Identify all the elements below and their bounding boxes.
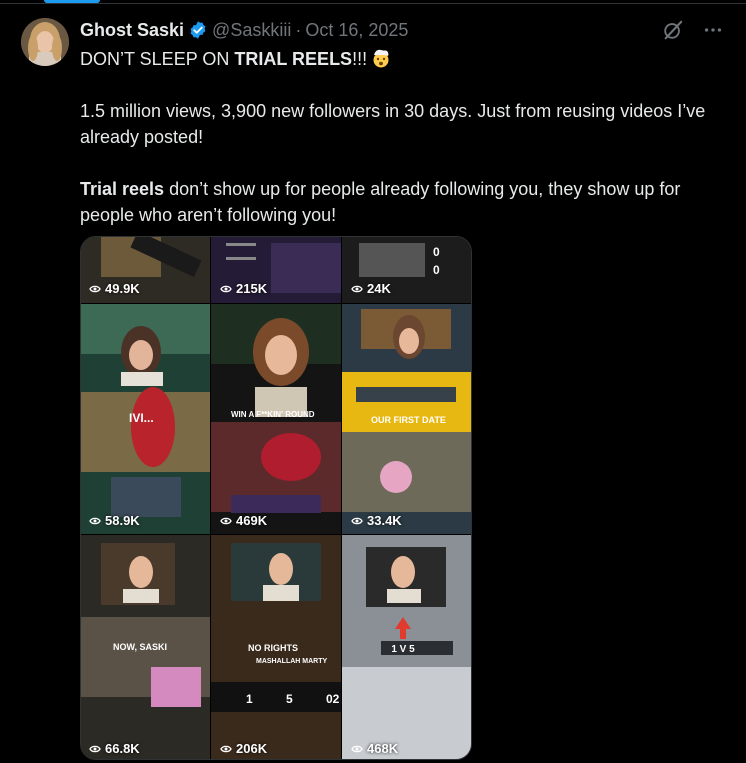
scoreboard-digit-2: 0 [433, 263, 440, 277]
eye-icon [220, 517, 232, 524]
eye-icon [351, 745, 363, 752]
grok-icon[interactable] [662, 19, 684, 41]
view-count-label: 215K [236, 281, 268, 296]
text-segment: DON’T SLEEP ON [80, 49, 235, 69]
separator-dot: · [295, 19, 302, 40]
view-count-label: 469K [236, 513, 268, 528]
tile-9-caption: 1 V 5 [391, 644, 415, 655]
post-timestamp[interactable]: Oct 16, 2025 [305, 20, 408, 41]
view-count-tile-4: 58.9K [89, 513, 140, 528]
header-actions [662, 18, 724, 42]
view-count-label: 49.9K [105, 281, 140, 296]
view-count-tile-8: 206K [220, 741, 267, 756]
exploding-head-emoji [371, 48, 391, 68]
media-tile-9: 1 V 5 [342, 535, 471, 759]
post[interactable]: Ghost Saski @Saskkiii · Oct 16, 2025 DON… [0, 4, 746, 763]
media-tile-8: NO RIGHTS MASHALLAH MARTY 1 5 02 [211, 535, 341, 759]
text-bold-segment: Trial reels [80, 179, 165, 199]
bottom-number-1: 1 [246, 692, 253, 706]
eye-icon [89, 517, 101, 524]
view-count-label: 24K [367, 281, 391, 296]
view-count-tile-1: 49.9K [89, 281, 140, 296]
media-tile-5: WIN A F**KIN' ROUND [211, 304, 341, 534]
text-segment: don’t show up for people already followi… [80, 179, 681, 225]
post-header: Ghost Saski @Saskkiii · Oct 16, 2025 [80, 18, 408, 42]
view-count-tile-5: 469K [220, 513, 267, 528]
text-bold-segment: TRIAL REELS [234, 49, 353, 69]
tile-5-caption: WIN A F**KIN' ROUND [231, 410, 315, 419]
eye-icon [89, 745, 101, 752]
view-count-label: 58.9K [105, 513, 140, 528]
view-count-tile-3: 24K [351, 281, 391, 296]
view-count-label: 66.8K [105, 741, 140, 756]
tile-6-caption: OUR FIRST DATE [371, 415, 446, 425]
media-tile-4: IVI... [81, 304, 210, 534]
view-count-label: 33.4K [367, 513, 402, 528]
media-tile-7: NOW, SASKI [81, 535, 210, 759]
view-count-tile-6: 33.4K [351, 513, 402, 528]
post-text-paragraph-3: Trial reels don’t show up for people alr… [80, 176, 730, 228]
view-count-tile-7: 66.8K [89, 741, 140, 756]
display-name[interactable]: Ghost Saski [80, 20, 184, 41]
bottom-number-3: 02 [326, 692, 340, 706]
view-count-tile-2: 215K [220, 281, 267, 296]
eye-icon [220, 745, 232, 752]
user-handle[interactable]: @Saskkiii [212, 20, 291, 41]
view-count-label: 468K [367, 741, 399, 756]
post-text-line-1: DON’T SLEEP ON TRIAL REELS!!! [80, 46, 730, 72]
media-tile-6: OUR FIRST DATE [342, 304, 471, 534]
post-text: DON’T SLEEP ON TRIAL REELS!!! 1.5 millio… [80, 46, 730, 228]
scoreboard-digit-1: 0 [433, 245, 440, 259]
post-text-paragraph-2: 1.5 million views, 3,900 new followers i… [80, 101, 706, 147]
verified-badge-icon[interactable] [188, 20, 208, 40]
eye-icon [220, 285, 232, 292]
more-icon[interactable] [702, 19, 724, 41]
media-image[interactable]: 0 0 IVI... WIN A F**KIN' ROUND OUR FIRST… [80, 236, 472, 760]
eye-icon [351, 517, 363, 524]
view-count-tile-9: 468K [351, 741, 398, 756]
avatar[interactable] [21, 18, 69, 66]
eye-icon [351, 285, 363, 292]
tile-4-caption: IVI... [129, 411, 154, 425]
tile-8-caption: NO RIGHTS [248, 643, 298, 653]
view-count-label: 206K [236, 741, 268, 756]
eye-icon [89, 285, 101, 292]
text-segment: !!! [352, 49, 368, 69]
tile-8-subcaption: MASHALLAH MARTY [256, 658, 327, 665]
bottom-number-2: 5 [286, 692, 293, 706]
tile-7-caption: NOW, SASKI [113, 642, 167, 652]
